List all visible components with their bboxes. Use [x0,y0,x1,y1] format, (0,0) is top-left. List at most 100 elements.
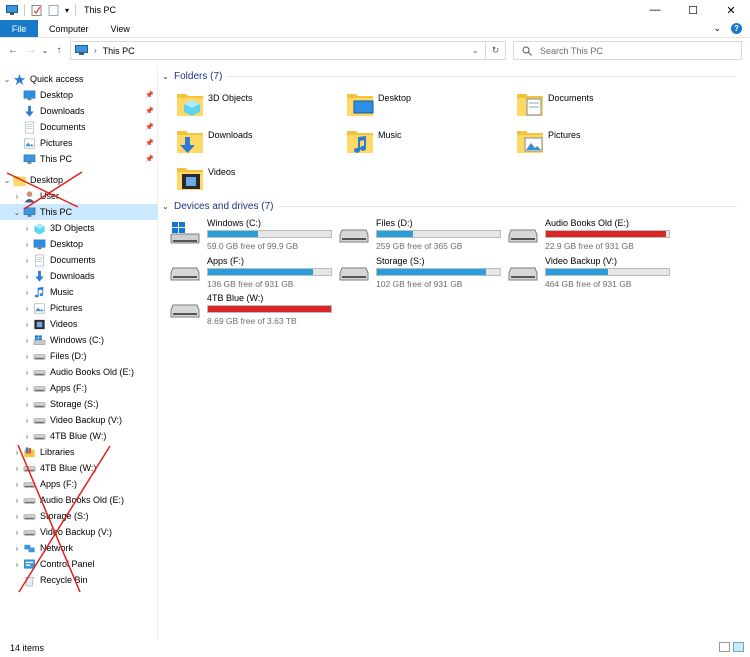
nav-item[interactable]: › Apps (F:) [0,380,158,396]
expand-chevron-icon[interactable]: ⌄ [2,75,12,84]
nav-item[interactable]: › 4TB Blue (W:) [0,428,158,444]
back-button[interactable]: ← [4,45,22,56]
up-button[interactable]: ↑ [50,45,68,56]
collapse-chevron-icon[interactable]: › [12,464,22,473]
collapse-chevron-icon[interactable]: › [12,512,22,521]
address-box[interactable]: › This PC ⌄ ↻ [70,41,506,60]
nav-item[interactable]: › Storage (S:) [0,396,158,412]
folder-tile[interactable]: Videos [176,164,235,192]
nav-item[interactable]: › Storage (S:) [0,508,158,524]
collapse-chevron-icon[interactable]: › [12,480,22,489]
search-box[interactable]: Search This PC [513,41,742,60]
collapse-chevron-icon[interactable]: › [22,240,32,249]
maximize-button[interactable]: ☐ [674,0,712,20]
breadcrumb-separator-icon[interactable]: › [94,46,97,55]
collapse-chevron-icon[interactable]: › [12,496,22,505]
nav-item[interactable]: ⌄ Quick access [0,71,158,87]
minimize-button[interactable]: — [636,0,674,20]
tab-view[interactable]: View [100,20,141,37]
nav-item[interactable]: › Audio Books Old (E:) [0,492,158,508]
collapse-chevron-icon[interactable]: › [12,192,22,201]
folders-group-header[interactable]: ⌄ Folders (7) [162,71,737,82]
new-folder-icon[interactable] [48,4,59,16]
nav-item[interactable]: › Files (D:) [0,348,158,364]
drive-tile[interactable]: Storage (S:) 102 GB free of 931 GB [331,254,501,292]
nav-item[interactable]: › Libraries [0,444,158,460]
collapse-chevron-icon[interactable]: › [22,352,32,361]
folder-tile[interactable]: Desktop [346,90,411,118]
collapse-chevron-icon[interactable]: › [22,384,32,393]
expand-chevron-icon[interactable]: ⌄ [2,176,12,185]
collapse-chevron-icon[interactable]: › [12,448,22,457]
nav-item[interactable]: › Network [0,540,158,556]
nav-item[interactable]: › 4TB Blue (W:) [0,460,158,476]
collapse-chevron-icon[interactable]: › [22,288,32,297]
nav-item[interactable]: Desktop 📌 [0,87,158,103]
details-view-button[interactable] [719,642,730,652]
nav-item[interactable]: Downloads 📌 [0,103,158,119]
nav-item[interactable]: This PC 📌 [0,151,158,167]
help-icon[interactable]: ? [731,23,742,34]
forward-button[interactable]: → [22,45,40,56]
folder-tile[interactable]: Documents [516,90,594,118]
folder-tile[interactable]: Pictures [516,127,581,155]
collapse-chevron-icon[interactable]: › [12,528,22,537]
nav-item[interactable]: › Windows (C:) [0,332,158,348]
folder-tile[interactable]: 3D Objects [176,90,253,118]
nav-item[interactable]: › Downloads [0,268,158,284]
collapse-chevron-icon[interactable]: › [22,304,32,313]
tab-computer[interactable]: Computer [38,20,100,37]
collapse-chevron-icon[interactable]: › [22,256,32,265]
tiles-view-button[interactable] [733,642,744,652]
folder-tile[interactable]: Downloads [176,127,253,155]
recent-locations-icon[interactable]: ⌄ [40,46,50,55]
drive-tile[interactable]: Files (D:) 259 GB free of 365 GB [331,216,501,254]
address-dropdown-icon[interactable]: ⌄ [471,45,479,56]
nav-item[interactable]: › Apps (F:) [0,476,158,492]
collapse-chevron-icon[interactable]: › [12,560,22,569]
drive-tile[interactable]: Windows (C:) 59.0 GB free of 99.9 GB [162,216,332,254]
nav-item[interactable]: › Video Backup (V:) [0,412,158,428]
collapse-chevron-icon[interactable]: › [22,416,32,425]
collapse-chevron-icon[interactable]: ⌄ [162,72,174,81]
nav-item[interactable]: Recycle Bin [0,572,158,588]
nav-item[interactable]: ⌄ Desktop [0,172,158,188]
nav-item[interactable]: › Music [0,284,158,300]
nav-item[interactable]: › Video Backup (V:) [0,524,158,540]
nav-item[interactable]: › Pictures [0,300,158,316]
drive-tile[interactable]: Audio Books Old (E:) 22.9 GB free of 931 … [500,216,670,254]
collapse-chevron-icon[interactable]: › [22,320,32,329]
nav-item[interactable]: Documents 📌 [0,119,158,135]
breadcrumb[interactable]: This PC [103,46,135,56]
customize-toolbar-icon[interactable]: ▾ [65,6,69,15]
expand-chevron-icon[interactable]: ⌄ [12,208,22,217]
nav-item[interactable]: › Desktop [0,236,158,252]
collapse-chevron-icon[interactable]: › [22,272,32,281]
drive-tile[interactable]: Video Backup (V:) 464 GB free of 931 GB [500,254,670,292]
collapse-chevron-icon[interactable]: ⌄ [162,202,174,211]
search-input[interactable]: Search This PC [540,46,603,56]
drives-group-header[interactable]: ⌄ Devices and drives (7) [162,201,738,212]
collapse-chevron-icon[interactable]: › [12,544,22,553]
nav-item[interactable]: › 3D Objects [0,220,158,236]
collapse-chevron-icon[interactable]: › [22,400,32,409]
nav-item[interactable]: › Videos [0,316,158,332]
drive-tile[interactable]: 4TB Blue (W:) 8.69 GB free of 3.63 TB [162,291,332,329]
tab-file[interactable]: File [0,20,38,37]
collapse-chevron-icon[interactable]: › [22,336,32,345]
expand-ribbon-icon[interactable]: ⌄ [713,23,721,34]
collapse-chevron-icon[interactable]: › [22,368,32,377]
nav-item[interactable]: Pictures 📌 [0,135,158,151]
nav-item[interactable]: ⌄ This PC [0,204,158,220]
nav-item[interactable]: › Audio Books Old (E:) [0,364,158,380]
collapse-chevron-icon[interactable]: › [22,224,32,233]
properties-icon[interactable] [31,4,42,16]
drive-tile[interactable]: Apps (F:) 136 GB free of 931 GB [162,254,332,292]
refresh-button[interactable]: ↻ [485,42,505,59]
close-button[interactable]: ✕ [712,0,750,20]
folder-tile[interactable]: Music [346,127,402,155]
nav-item[interactable]: › User [0,188,158,204]
nav-item[interactable]: › Control Panel [0,556,158,572]
navigation-pane[interactable]: ⌄ Quick access Desktop 📌 Downloads 📌 Documents… [0,66,158,640]
nav-item[interactable]: › Documents [0,252,158,268]
